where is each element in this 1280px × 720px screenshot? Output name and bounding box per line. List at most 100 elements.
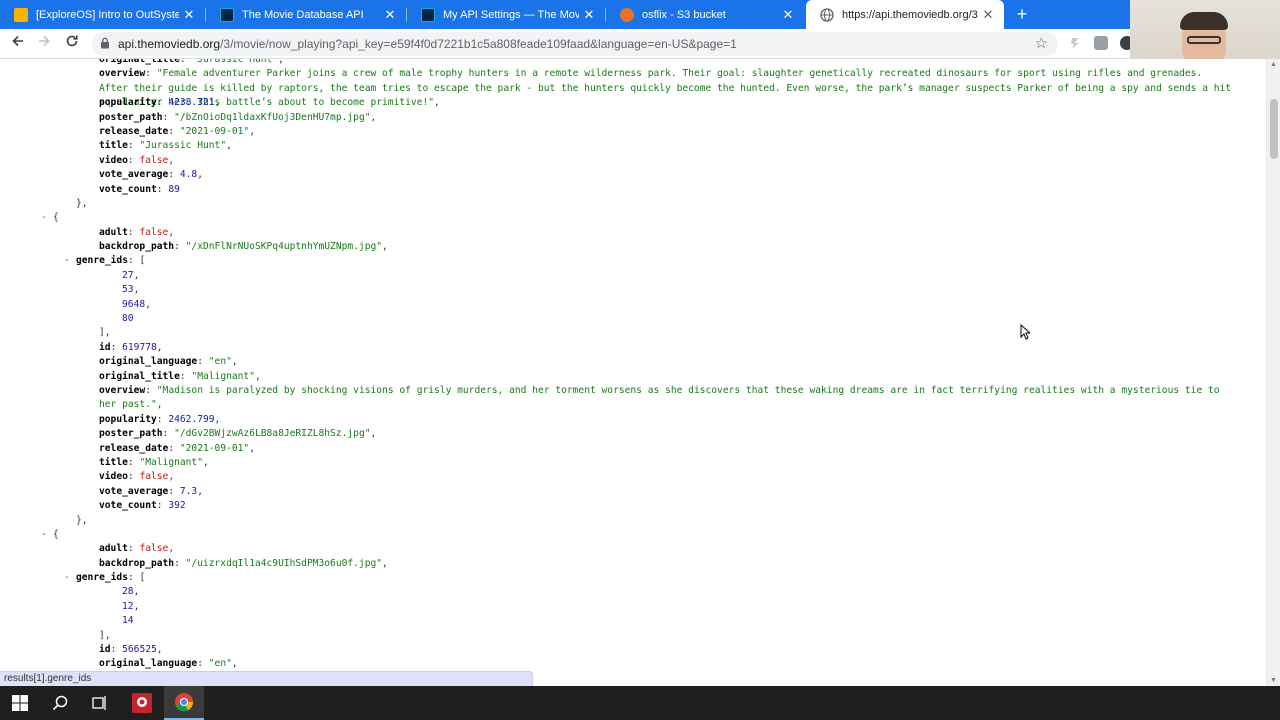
scroll-up-arrow-icon[interactable]: ▲ [1270, 61, 1277, 68]
collapse-toggle[interactable]: - [41, 211, 47, 225]
json-punct: , [214, 97, 221, 109]
json-key: original_title [99, 370, 180, 382]
json-punct: : [ [127, 572, 146, 584]
json-line: 53, [0, 283, 1266, 297]
json-line: vote_count: 89 [0, 183, 1266, 197]
json-key: vote_count [99, 500, 157, 512]
tab-s3-bucket[interactable]: osflix - S3 bucket ✕ [606, 0, 804, 29]
json-str: "/uizrxdqIl1a4c9UIhSdPM3o6u0f.jpg" [185, 557, 383, 569]
collapse-toggle[interactable]: - [64, 571, 70, 585]
json-punct: : [197, 658, 209, 670]
close-icon[interactable]: ✕ [179, 7, 199, 23]
scrollbar-thumb[interactable] [1270, 99, 1278, 159]
bookmark-star-icon[interactable]: ☆ [1035, 34, 1048, 52]
json-line: ], [0, 326, 1266, 340]
json-punct: , [214, 413, 221, 425]
json-key: video [99, 154, 128, 166]
json-punct: , [249, 442, 255, 454]
json-str: "/bZnOioDq1ldaxKfUoj3DenHU7mp.jpg" [174, 111, 371, 123]
new-tab-plus-icon[interactable]: + [1010, 3, 1034, 27]
json-key: poster_path [99, 428, 163, 440]
json-num: 7.3 [179, 485, 198, 497]
json-punct: ], [99, 629, 111, 641]
search-icon[interactable] [40, 686, 80, 720]
json-viewer: original_title: "Jurassic Hunt", overview… [0, 59, 1266, 671]
aws-favicon-icon [620, 7, 634, 22]
tab-api-response[interactable]: https://api.themoviedb.org/3/m ✕ [806, 0, 1004, 29]
json-punct: , [231, 658, 238, 670]
slides-favicon-icon [14, 7, 28, 22]
json-punct: : [174, 241, 186, 253]
json-punct: : [162, 428, 175, 440]
json-num: 9648 [122, 298, 146, 310]
vertical-scrollbar[interactable]: ▲ ▼ [1266, 59, 1280, 686]
tab-outsystems[interactable]: [ExploreOS] Intro to OutSystems ✕ [0, 0, 205, 29]
json-key: original_language [99, 356, 198, 368]
json-punct: , [370, 111, 377, 123]
extension-icon[interactable] [1068, 36, 1082, 50]
json-str: "/xDnFlNrNUoSKPq4uptnhYmUZNpm.jpg" [185, 241, 383, 253]
json-punct: , [133, 269, 140, 281]
json-punct: : [168, 442, 180, 454]
tab-label: [ExploreOS] Intro to OutSystems [36, 8, 179, 21]
json-punct: , [203, 456, 209, 468]
reload-icon[interactable] [62, 34, 82, 54]
json-punct: , [382, 241, 388, 253]
lock-icon[interactable] [100, 37, 110, 49]
json-punct: { [53, 212, 59, 224]
json-punct: : [168, 485, 180, 497]
tab-api-settings[interactable]: My API Settings — The Movie Da ✕ [407, 0, 605, 29]
json-key: poster_path [99, 111, 163, 123]
close-icon[interactable]: ✕ [579, 7, 599, 23]
json-punct: : [162, 111, 175, 123]
windows-start-icon[interactable] [0, 686, 40, 720]
json-punct: , [168, 226, 175, 238]
json-key: overview [99, 68, 146, 80]
close-icon[interactable]: ✕ [978, 7, 998, 23]
close-icon[interactable]: ✕ [380, 7, 400, 23]
json-line: backdrop_path: "/xDnFlNrNUoSKPq4uptnhYmU… [0, 240, 1266, 254]
json-punct: : [156, 500, 169, 512]
task-view-icon[interactable] [80, 686, 120, 720]
status-bar: results[1].genre_ids [0, 671, 533, 686]
extension-icon[interactable] [1094, 36, 1108, 50]
json-line: -{ [0, 528, 1266, 542]
tab-tmdb-api[interactable]: The Movie Database API ✕ [206, 0, 406, 29]
browser-toolbar: api.themoviedb.org/3/movie/now_playing?a… [0, 29, 1280, 59]
json-punct: { [53, 528, 59, 540]
json-line: vote_count: 392 [0, 499, 1266, 513]
json-str: "en" [208, 356, 232, 368]
scroll-down-arrow-icon[interactable]: ▼ [1270, 677, 1277, 684]
json-line: original_language: "en", [0, 355, 1266, 369]
json-line: 28, [0, 585, 1266, 599]
collapse-toggle[interactable]: - [64, 254, 70, 268]
json-bool: false [139, 226, 169, 238]
json-key: overview [99, 385, 146, 396]
back-arrow-icon[interactable] [8, 34, 28, 54]
json-line: overview: "Madison is paralyzed by shock… [0, 384, 1266, 413]
json-punct: ], [99, 327, 111, 339]
json-line: 80 [0, 312, 1266, 326]
tab-label: My API Settings — The Movie Da [443, 8, 579, 21]
address-bar[interactable]: api.themoviedb.org/3/movie/now_playing?a… [92, 32, 1058, 56]
json-key: genre_ids [76, 255, 128, 267]
json-bool: false [139, 543, 169, 555]
json-punct: , [168, 543, 175, 555]
collapse-toggle[interactable]: - [41, 528, 47, 542]
json-line: }, [0, 197, 1266, 211]
json-num: 53 [122, 284, 134, 296]
chrome-icon[interactable] [164, 686, 204, 720]
app-icon[interactable] [122, 686, 162, 720]
json-punct: : [179, 59, 192, 65]
json-str: "2021-09-01" [179, 442, 250, 454]
json-line: vote_average: 4.8, [0, 168, 1266, 182]
json-num: 566525 [122, 644, 157, 656]
forward-arrow-icon[interactable] [34, 34, 54, 54]
json-key: adult [99, 226, 128, 238]
json-bool: false [139, 471, 169, 483]
json-num: 28 [122, 586, 134, 598]
close-icon[interactable]: ✕ [778, 7, 798, 23]
url-path: /3/movie/now_playing?api_key=e59f4f0d722… [220, 37, 737, 51]
json-bool: false [139, 154, 169, 166]
json-punct: , [370, 428, 377, 440]
